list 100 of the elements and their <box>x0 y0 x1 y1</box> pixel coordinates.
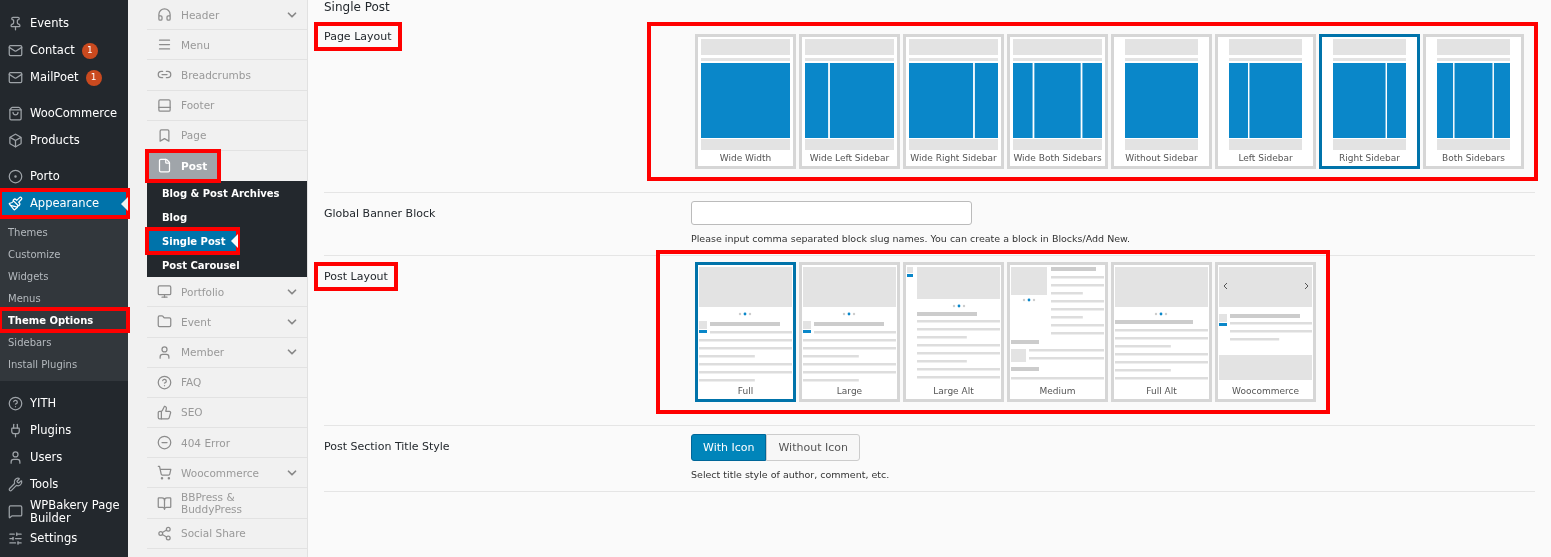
admin-menu-label: WooCommerce <box>30 107 118 120</box>
layout-option-label: Full Alt <box>1146 386 1177 396</box>
layout-option-label: Wide Both Sidebars <box>1013 153 1102 163</box>
field-label: Post Layout <box>316 264 396 289</box>
menu-icon <box>157 525 172 541</box>
menu-icon <box>8 43 23 58</box>
admin-menu-item[interactable]: Plugins <box>0 417 128 444</box>
admin-menu-item[interactable]: Products <box>0 127 128 154</box>
options-menu-label: Breadcrumbs <box>181 68 251 81</box>
layout-option-label: Large Alt <box>933 386 974 396</box>
layout-option[interactable]: Full Alt <box>1111 262 1212 402</box>
menu-icon <box>157 495 172 511</box>
count-badge: 1 <box>85 69 102 86</box>
menu-icon <box>8 16 23 31</box>
options-menu-label: Menu <box>181 38 210 51</box>
options-submenu-item[interactable]: Blog <box>147 205 307 230</box>
admin-menu-item[interactable]: YITH <box>0 390 128 417</box>
layout-option-label: Right Sidebar <box>1339 153 1400 163</box>
menu-icon <box>157 374 172 390</box>
toggle-button[interactable]: With Icon <box>691 434 767 461</box>
options-menu-label: Footer <box>181 99 215 112</box>
layout-option[interactable]: Wide Both Sidebars <box>1007 34 1108 169</box>
layout-option-label: Wide Right Sidebar <box>910 153 997 163</box>
admin-menu-label: YITH <box>30 397 57 410</box>
admin-menu-item[interactable]: Settings <box>0 525 128 552</box>
layout-option[interactable]: Woocommerce <box>1215 262 1316 402</box>
menu-icon <box>157 97 172 113</box>
submenu-item[interactable]: Customize <box>0 243 128 265</box>
menu-icon <box>8 196 23 211</box>
admin-menu-label: Settings <box>30 532 78 545</box>
layout-option[interactable]: Without Sidebar <box>1111 34 1212 169</box>
menu-icon <box>157 314 172 330</box>
options-menu-label: Event <box>181 315 212 328</box>
field-label: Page Layout <box>316 24 400 49</box>
options-menu-label: 404 Error <box>181 436 230 449</box>
layout-option-label: Both Sidebars <box>1442 153 1505 163</box>
layout-option[interactable]: Left Sidebar <box>1215 34 1316 169</box>
admin-menu-item[interactable]: Contact 1 <box>0 37 128 64</box>
layout-option[interactable]: Large Alt <box>903 262 1004 402</box>
admin-menu-item[interactable]: Tools <box>0 471 128 498</box>
admin-menu-label: Appearance <box>30 197 100 210</box>
layout-option[interactable]: Wide Right Sidebar <box>903 34 1004 169</box>
options-menu-label: BBPress & BuddyPress <box>181 491 244 516</box>
options-submenu-item[interactable]: Post Carousel <box>147 253 307 278</box>
layout-option-label: Left Sidebar <box>1238 153 1293 163</box>
admin-menu-item[interactable]: Appearance <box>0 190 128 217</box>
layout-option[interactable]: Right Sidebar <box>1319 34 1420 169</box>
options-menu-label: Header <box>181 8 220 21</box>
admin-menu-item[interactable]: WooCommerce <box>0 100 128 127</box>
submenu-item[interactable]: Menus <box>0 287 128 309</box>
menu-icon <box>8 133 23 148</box>
admin-menu-item[interactable]: Events <box>0 10 128 37</box>
menu-icon <box>157 284 172 300</box>
layout-option[interactable]: Medium <box>1007 262 1108 402</box>
options-submenu-item[interactable]: Single Post <box>147 229 238 254</box>
layout-option[interactable]: Large <box>799 262 900 402</box>
menu-icon <box>8 531 23 546</box>
toggle-button[interactable]: Without Icon <box>766 434 860 461</box>
field-label: Post Section Title Style <box>323 439 451 455</box>
menu-icon <box>157 7 172 23</box>
layout-option-label: Wide Width <box>719 153 772 163</box>
options-menu-label: Page <box>181 129 207 142</box>
layout-option[interactable]: Full <box>695 262 796 402</box>
menu-icon <box>8 450 23 465</box>
admin-menu-item[interactable]: WPBakery Page Builder <box>0 498 128 525</box>
options-menu-label: Member <box>181 346 225 359</box>
menu-icon <box>157 158 172 174</box>
options-menu-label: Post <box>181 159 208 172</box>
admin-menu-item[interactable]: Porto <box>0 163 128 190</box>
options-menu-label: SEO <box>181 406 203 419</box>
menu-icon <box>8 504 23 519</box>
options-menu-label: FAQ <box>181 376 202 389</box>
layout-option-label: Woocommerce <box>1232 386 1299 396</box>
menu-icon <box>157 127 172 143</box>
menu-icon <box>157 344 172 360</box>
menu-icon <box>8 423 23 438</box>
submenu-item[interactable]: Widgets <box>0 265 128 287</box>
admin-menu-item[interactable]: MailPoet 1 <box>0 64 128 91</box>
submenu-item[interactable]: Theme Options <box>0 309 128 331</box>
admin-menu-item[interactable]: Users <box>0 444 128 471</box>
options-submenu-item[interactable]: Blog & Post Archives <box>147 181 307 206</box>
submenu-item[interactable]: Sidebars <box>0 331 128 353</box>
input-field[interactable] <box>691 201 972 225</box>
menu-icon <box>8 396 23 411</box>
submenu-item[interactable]: Themes <box>0 221 128 243</box>
menu-icon <box>157 435 172 451</box>
layout-option[interactable]: Wide Width <box>695 34 796 169</box>
section-title: Single Post <box>324 0 391 16</box>
layout-option[interactable]: Both Sidebars <box>1423 34 1524 169</box>
admin-menu-label: Porto <box>30 170 60 183</box>
layout-option[interactable]: Wide Left Sidebar <box>799 34 900 169</box>
help-text: Please input comma separated block slug names. You can create a block in Blocks/Add New. <box>691 233 1132 244</box>
layout-option-label: Large <box>836 386 863 396</box>
submenu-item[interactable]: Install Plugins <box>0 353 128 375</box>
menu-icon <box>157 37 172 53</box>
menu-icon <box>8 169 23 184</box>
admin-menu-label: MailPoet <box>30 71 79 84</box>
count-badge: 1 <box>81 42 98 59</box>
admin-menu-label: Plugins <box>30 424 72 437</box>
menu-icon <box>8 106 23 121</box>
